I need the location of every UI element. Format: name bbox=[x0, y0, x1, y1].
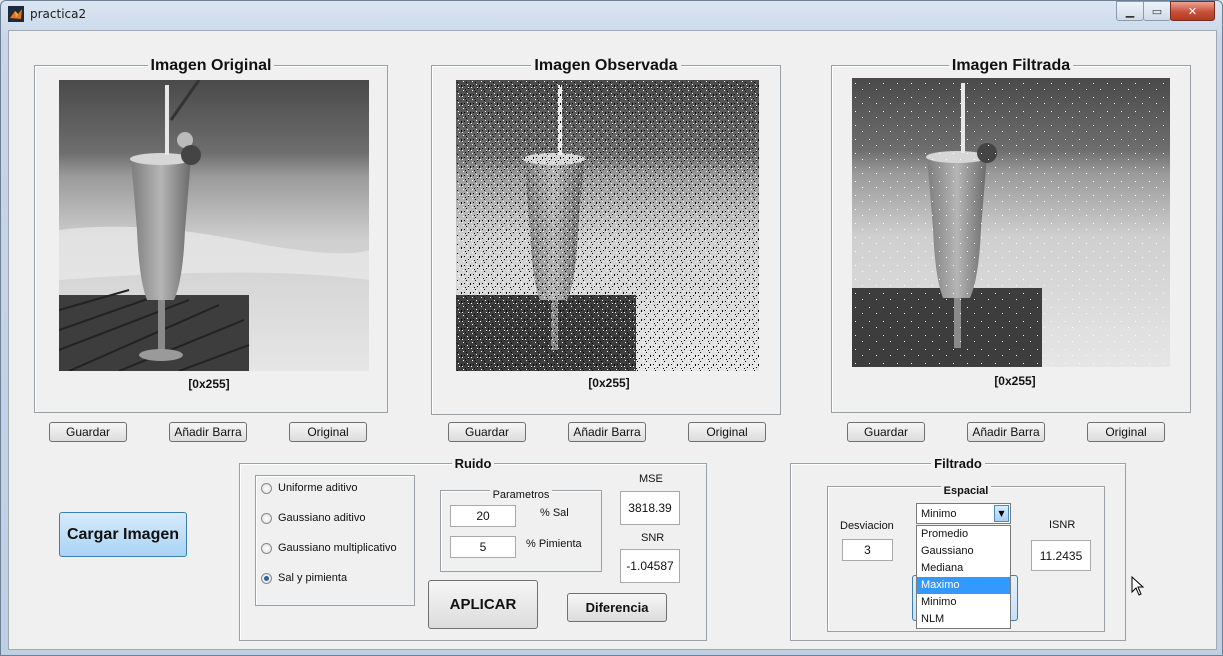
radio-gaussiano-aditivo[interactable]: Gaussiano aditivo bbox=[261, 512, 365, 524]
aplicar-button[interactable]: APLICAR bbox=[428, 580, 538, 629]
snr-label: SNR bbox=[641, 532, 665, 544]
option-mediana[interactable]: Mediana bbox=[917, 560, 1010, 577]
isnr-output[interactable]: 11.2435 bbox=[1031, 540, 1091, 571]
isnr-label: ISNR bbox=[1049, 519, 1076, 531]
desviacion-input[interactable]: 3 bbox=[842, 539, 893, 561]
option-promedio[interactable]: Promedio bbox=[917, 526, 1010, 543]
pimienta-input[interactable]: 5 bbox=[450, 536, 516, 558]
maximize-button[interactable]: ▭ bbox=[1143, 1, 1171, 21]
original-button-filtrada[interactable]: Original bbox=[1087, 422, 1165, 442]
option-gaussiano[interactable]: Gaussiano bbox=[917, 543, 1010, 560]
sal-label: % Sal bbox=[540, 507, 569, 519]
panel-title-ruido: Ruido bbox=[451, 456, 495, 471]
pimienta-label: % Pimienta bbox=[526, 538, 582, 550]
range-label-original: [0x255] bbox=[188, 377, 230, 391]
radio-circle-selected bbox=[261, 572, 272, 584]
guardar-button-original[interactable]: Guardar bbox=[49, 422, 127, 442]
radio-sal-y-pimienta[interactable]: Sal y pimienta bbox=[261, 572, 347, 584]
option-maximo[interactable]: Maximo bbox=[917, 577, 1010, 594]
window-title: practica2 bbox=[30, 7, 87, 21]
image-filtrada bbox=[852, 78, 1170, 367]
original-button-original[interactable]: Original bbox=[289, 422, 367, 442]
anadir-barra-button-filtrada[interactable]: Añadir Barra bbox=[967, 422, 1045, 442]
chevron-down-icon[interactable]: ▼ bbox=[994, 505, 1009, 522]
panel-title-filtrado: Filtrado bbox=[931, 456, 985, 471]
panel-title-original: Imagen Original bbox=[147, 57, 275, 74]
range-label-observada: [0x255] bbox=[588, 376, 630, 390]
original-button-observada[interactable]: Original bbox=[688, 422, 766, 442]
sal-input[interactable]: 20 bbox=[450, 505, 516, 527]
anadir-barra-button-observada[interactable]: Añadir Barra bbox=[568, 422, 646, 442]
mse-output[interactable]: 3818.39 bbox=[620, 491, 680, 525]
matlab-icon bbox=[8, 6, 24, 22]
anadir-barra-button-original[interactable]: Añadir Barra bbox=[169, 422, 247, 442]
mse-label: MSE bbox=[639, 473, 663, 485]
mouse-cursor-icon bbox=[1131, 576, 1145, 596]
radio-uniforme-aditivo[interactable]: Uniforme aditivo bbox=[261, 482, 357, 494]
desviacion-label: Desviacion bbox=[840, 520, 894, 532]
figure-client-area: Imagen Original [0x255] Guardar Añadir B… bbox=[8, 30, 1217, 650]
option-nlm[interactable]: NLM bbox=[917, 611, 1010, 628]
panel-parametros: Parametros bbox=[440, 489, 602, 572]
panel-title-espacial: Espacial bbox=[940, 485, 992, 497]
filter-dropdown-value: Minimo bbox=[921, 508, 957, 520]
maximize-icon: ▭ bbox=[1151, 4, 1163, 18]
guardar-button-filtrada[interactable]: Guardar bbox=[847, 422, 925, 442]
range-label-filtrada: [0x255] bbox=[994, 374, 1036, 388]
filter-dropdown-list: Promedio Gaussiano Mediana Maximo Minimo… bbox=[916, 525, 1011, 629]
radio-circle bbox=[261, 482, 272, 494]
guardar-button-observada[interactable]: Guardar bbox=[448, 422, 526, 442]
minimize-icon: ▁ bbox=[1125, 4, 1135, 18]
diferencia-button[interactable]: Diferencia bbox=[567, 593, 667, 622]
filter-dropdown[interactable]: Minimo ▼ bbox=[916, 503, 1011, 524]
radio-circle bbox=[261, 542, 272, 554]
noise-type-group bbox=[255, 475, 415, 606]
title-bar[interactable]: practica2 ▁ ▭ ✕ bbox=[0, 0, 1223, 28]
close-icon: ✕ bbox=[1187, 4, 1198, 18]
image-observada bbox=[456, 80, 759, 371]
radio-gaussiano-multiplicativo[interactable]: Gaussiano multiplicativo bbox=[261, 542, 397, 554]
radio-circle bbox=[261, 512, 272, 524]
minimize-button[interactable]: ▁ bbox=[1116, 1, 1144, 21]
image-original bbox=[59, 80, 369, 371]
snr-output[interactable]: -1.04587 bbox=[620, 549, 680, 583]
panel-title-filtrada: Imagen Filtrada bbox=[948, 57, 1074, 74]
cargar-imagen-button[interactable]: Cargar Imagen bbox=[59, 512, 187, 557]
close-button[interactable]: ✕ bbox=[1170, 1, 1215, 21]
option-minimo[interactable]: Minimo bbox=[917, 594, 1010, 611]
panel-title-parametros: Parametros bbox=[489, 489, 553, 501]
panel-title-observada: Imagen Observada bbox=[531, 57, 681, 74]
